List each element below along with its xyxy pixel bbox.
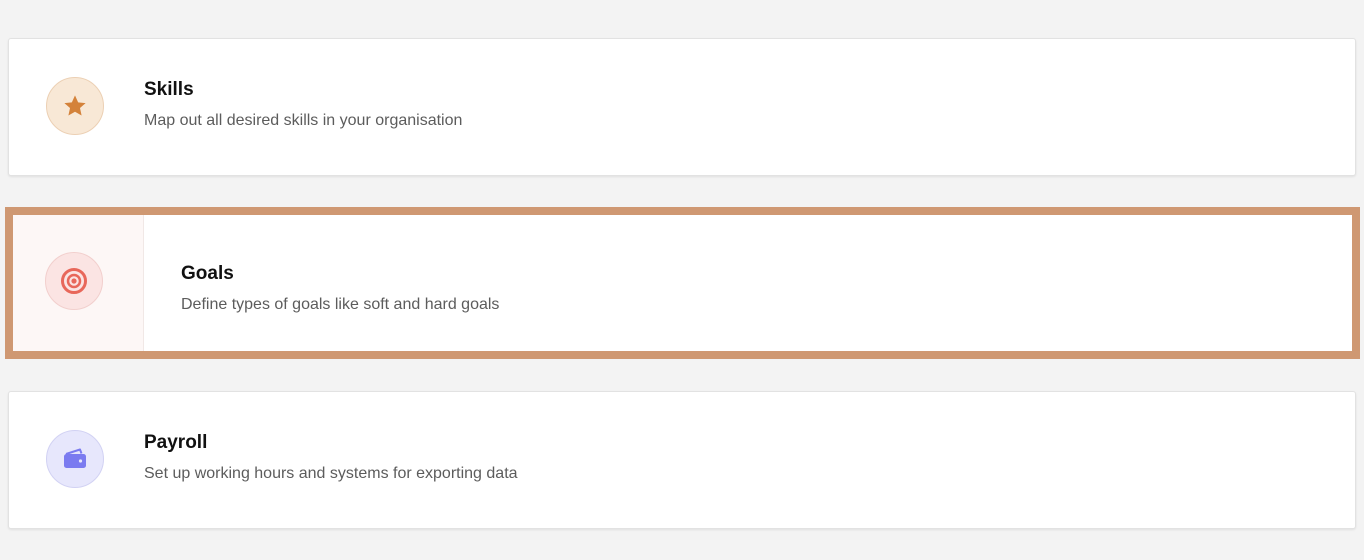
payroll-card[interactable]: Payroll Set up working hours and systems… — [8, 391, 1356, 529]
payroll-description: Set up working hours and systems for exp… — [144, 465, 518, 482]
skills-title: Skills — [144, 79, 194, 100]
goals-icon-badge — [45, 252, 103, 310]
goals-card[interactable]: Goals Define types of goals like soft an… — [5, 207, 1360, 359]
target-icon — [61, 268, 87, 294]
payroll-title: Payroll — [144, 432, 208, 453]
goals-title: Goals — [181, 263, 234, 284]
skills-description: Map out all desired skills in your organ… — [144, 112, 463, 129]
wallet-icon — [64, 448, 86, 468]
skills-card[interactable]: Skills Map out all desired skills in you… — [8, 38, 1356, 176]
payroll-icon-badge — [46, 430, 104, 488]
skills-icon-badge — [46, 77, 104, 135]
goals-description: Define types of goals like soft and hard… — [181, 296, 500, 313]
star-icon — [64, 95, 86, 116]
